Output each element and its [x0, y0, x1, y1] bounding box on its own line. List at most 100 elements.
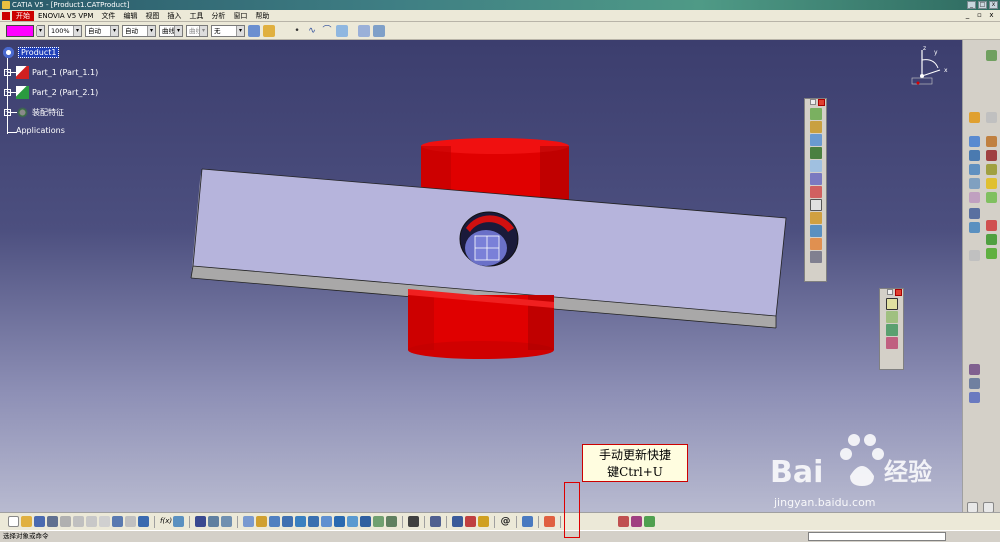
zoom-in-icon[interactable]	[295, 516, 306, 527]
hole-icon[interactable]	[969, 378, 980, 389]
copy-icon[interactable]	[86, 516, 97, 527]
flexible-icon[interactable]	[986, 178, 997, 189]
rotate-icon[interactable]	[282, 516, 293, 527]
expand-assembly-features-toggle[interactable]: +	[4, 109, 11, 116]
smart-move-icon[interactable]	[986, 248, 997, 259]
manipulate-icon[interactable]	[969, 208, 980, 219]
grid-icon[interactable]	[544, 516, 555, 527]
lock-icon[interactable]	[478, 516, 489, 527]
reuse-pattern-icon[interactable]	[809, 251, 822, 263]
reuse-pattern-right-icon[interactable]	[986, 192, 997, 203]
new-document-icon[interactable]	[8, 516, 19, 527]
fit-all-icon[interactable]	[256, 516, 267, 527]
close-button[interactable]: x	[989, 1, 998, 9]
hole-with-pin[interactable]	[459, 211, 519, 267]
new-product-icon[interactable]	[809, 134, 822, 146]
swap-visible-space-icon[interactable]	[386, 516, 397, 527]
menu-file[interactable]: 文件	[97, 11, 119, 21]
graph-tree-reordering-icon[interactable]	[809, 173, 822, 185]
replace-component-icon[interactable]	[809, 160, 822, 172]
tree-root-product[interactable]: Product1	[2, 46, 60, 59]
select-arrow-icon[interactable]	[969, 112, 980, 123]
line-thickness-combo[interactable]: 自动 ▾	[85, 24, 119, 37]
brush-icon[interactable]	[263, 24, 275, 37]
arc-icon[interactable]: ⌒	[321, 25, 333, 37]
save-icon[interactable]	[34, 516, 45, 527]
new-part-icon[interactable]	[809, 147, 822, 159]
apply-material-icon[interactable]	[618, 516, 629, 527]
snap-icon[interactable]	[969, 222, 980, 233]
coincidence-constraint-icon[interactable]	[969, 136, 980, 147]
fast-multi-instantiation-icon[interactable]	[809, 238, 822, 250]
tree-item-part2[interactable]: Part_2 (Part_2.1)	[16, 86, 98, 99]
bill-of-material-icon[interactable]	[885, 337, 898, 349]
doc-minimize-button[interactable]: _	[963, 11, 972, 20]
pan-icon[interactable]	[269, 516, 280, 527]
redo-icon[interactable]	[125, 516, 136, 527]
bill-of-materials-icon[interactable]	[208, 516, 219, 527]
constraint-icon[interactable]	[885, 311, 898, 323]
explode-icon[interactable]	[986, 220, 997, 231]
measure-icon[interactable]	[408, 516, 419, 527]
menu-insert[interactable]: 插入	[163, 11, 185, 21]
doc-close-button[interactable]: x	[987, 11, 996, 20]
hide-show-icon[interactable]	[373, 516, 384, 527]
surface-icon[interactable]	[336, 24, 348, 37]
minimize-toolbar-button[interactable]	[810, 99, 816, 105]
quick-constraint-icon[interactable]	[969, 178, 980, 189]
fix-together-icon[interactable]	[986, 164, 997, 175]
doc-restore-button[interactable]: ▫	[975, 11, 984, 20]
properties-icon[interactable]	[373, 24, 385, 37]
update-icon[interactable]	[885, 298, 898, 310]
iso-view-icon[interactable]	[347, 516, 358, 527]
shading-icon[interactable]	[360, 516, 371, 527]
undo-icon[interactable]	[112, 516, 123, 527]
painter-icon[interactable]	[248, 24, 260, 37]
catalog-icon[interactable]	[885, 324, 898, 336]
new-component-icon[interactable]	[809, 121, 822, 133]
contact-constraint-icon[interactable]	[986, 136, 997, 147]
manual-update-icon[interactable]: @	[500, 516, 511, 527]
print-icon[interactable]	[47, 516, 58, 527]
distance-icon[interactable]	[430, 516, 441, 527]
angle-constraint-icon[interactable]	[986, 150, 997, 161]
split-icon[interactable]	[969, 364, 980, 375]
point-type-combo[interactable]: 曲线 ▾	[159, 24, 183, 37]
formula-icon[interactable]: f(x)	[160, 516, 172, 527]
multi-view-icon[interactable]	[334, 516, 345, 527]
copy-properties-icon[interactable]	[358, 24, 370, 37]
menu-window[interactable]: 窗口	[229, 11, 251, 21]
close-toolbar-button[interactable]	[818, 99, 825, 106]
multi-instantiation-icon[interactable]	[809, 225, 822, 237]
fly-mode-icon[interactable]	[243, 516, 254, 527]
line-type-combo[interactable]: 自动 ▾	[122, 24, 156, 37]
layer-filter-icon[interactable]	[522, 516, 533, 527]
transparency-combo[interactable]: 100% ▾	[48, 24, 82, 37]
render-icon[interactable]	[631, 516, 642, 527]
offset-constraint-icon[interactable]	[969, 150, 980, 161]
whats-this-icon[interactable]	[138, 516, 149, 527]
compass-widget[interactable]: z x y	[904, 42, 954, 90]
command-input[interactable]	[808, 532, 946, 541]
links-icon[interactable]	[221, 516, 232, 527]
normal-view-icon[interactable]	[321, 516, 332, 527]
comment-icon[interactable]	[173, 516, 184, 527]
curve-icon[interactable]: ∿	[306, 25, 318, 37]
tree-item-applications[interactable]: Applications	[16, 126, 65, 135]
color-swatch[interactable]	[6, 24, 34, 37]
layer-dropdown[interactable]: 曲线 ▾	[186, 24, 208, 37]
menu-view[interactable]: 视图	[141, 11, 163, 21]
menu-enovia[interactable]: ENOVIA V5 VPM	[34, 12, 97, 20]
tree-item-part1[interactable]: Part_1 (Part_1.1)	[16, 66, 98, 79]
layer-combo[interactable]: 无 ▾	[211, 24, 245, 37]
zoom-out-icon[interactable]	[308, 516, 319, 527]
workbench-icon[interactable]	[986, 50, 997, 61]
scene-editor-icon[interactable]	[644, 516, 655, 527]
scene-icon[interactable]	[969, 250, 980, 261]
paste-icon[interactable]	[99, 516, 110, 527]
cut-icon[interactable]	[73, 516, 84, 527]
menu-help[interactable]: 帮助	[251, 11, 273, 21]
selective-load-icon[interactable]	[809, 199, 822, 211]
sectioning-icon[interactable]	[452, 516, 463, 527]
menu-edit[interactable]: 编辑	[119, 11, 141, 21]
